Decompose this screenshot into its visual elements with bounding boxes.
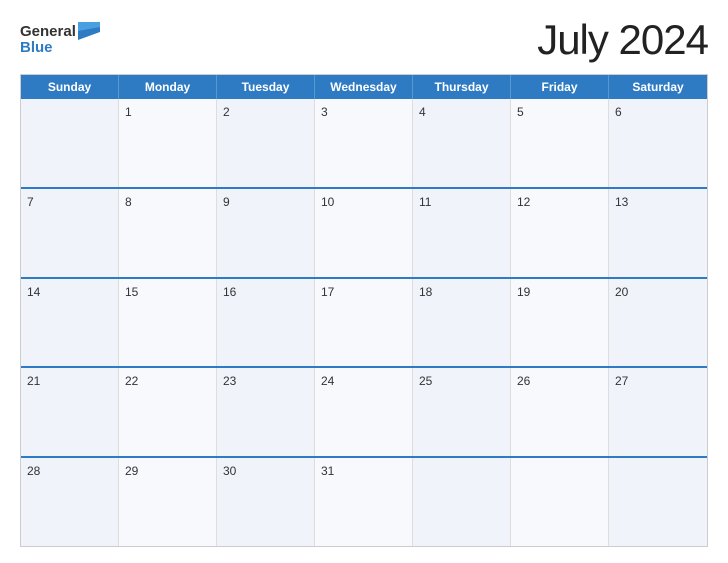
cell-empty-1 [21, 99, 119, 187]
cell-day-31: 31 [315, 458, 413, 546]
cell-day-7: 7 [21, 189, 119, 277]
cell-day-16: 16 [217, 279, 315, 367]
logo-stack: General Blue [20, 24, 100, 57]
calendar-page: General Blue July 2024 Sunday Monday Tue… [0, 0, 728, 563]
cell-day-2: 2 [217, 99, 315, 187]
header-tuesday: Tuesday [217, 75, 315, 99]
cell-day-8: 8 [119, 189, 217, 277]
week-4: 21 22 23 24 25 26 27 [21, 366, 707, 456]
cell-day-3: 3 [315, 99, 413, 187]
cell-day-21: 21 [21, 368, 119, 456]
cell-day-15: 15 [119, 279, 217, 367]
calendar-body: 1 2 3 4 5 6 7 8 9 10 11 12 13 14 15 16 [21, 99, 707, 546]
cell-day-9: 9 [217, 189, 315, 277]
cell-day-24: 24 [315, 368, 413, 456]
cell-day-5: 5 [511, 99, 609, 187]
logo-flag-icon [78, 22, 100, 40]
cell-day-27: 27 [609, 368, 707, 456]
cell-empty-4 [609, 458, 707, 546]
cell-day-22: 22 [119, 368, 217, 456]
week-5: 28 29 30 31 [21, 456, 707, 546]
week-3: 14 15 16 17 18 19 20 [21, 277, 707, 367]
cell-day-6: 6 [609, 99, 707, 187]
logo-row-top: General [20, 24, 100, 41]
header-saturday: Saturday [609, 75, 707, 99]
cell-day-10: 10 [315, 189, 413, 277]
cell-day-1: 1 [119, 99, 217, 187]
month-title: July 2024 [537, 16, 708, 64]
cell-day-25: 25 [413, 368, 511, 456]
header-monday: Monday [119, 75, 217, 99]
cell-day-18: 18 [413, 279, 511, 367]
week-2: 7 8 9 10 11 12 13 [21, 187, 707, 277]
cell-day-19: 19 [511, 279, 609, 367]
header-wednesday: Wednesday [315, 75, 413, 99]
header-sunday: Sunday [21, 75, 119, 99]
cell-empty-2 [413, 458, 511, 546]
logo-blue-text: Blue [20, 40, 53, 57]
cell-day-12: 12 [511, 189, 609, 277]
header-thursday: Thursday [413, 75, 511, 99]
cell-day-26: 26 [511, 368, 609, 456]
cell-day-30: 30 [217, 458, 315, 546]
cell-day-29: 29 [119, 458, 217, 546]
cell-day-23: 23 [217, 368, 315, 456]
calendar-header: Sunday Monday Tuesday Wednesday Thursday… [21, 75, 707, 99]
cell-day-14: 14 [21, 279, 119, 367]
header-friday: Friday [511, 75, 609, 99]
cell-day-4: 4 [413, 99, 511, 187]
cell-day-17: 17 [315, 279, 413, 367]
page-header: General Blue July 2024 [20, 16, 708, 64]
logo: General Blue [20, 24, 100, 57]
cell-day-13: 13 [609, 189, 707, 277]
week-1: 1 2 3 4 5 6 [21, 99, 707, 187]
cell-day-20: 20 [609, 279, 707, 367]
cell-day-11: 11 [413, 189, 511, 277]
cell-day-28: 28 [21, 458, 119, 546]
cell-empty-3 [511, 458, 609, 546]
logo-general-text: General [20, 24, 76, 41]
calendar-grid: Sunday Monday Tuesday Wednesday Thursday… [20, 74, 708, 547]
logo-row-bottom: Blue [20, 40, 53, 57]
